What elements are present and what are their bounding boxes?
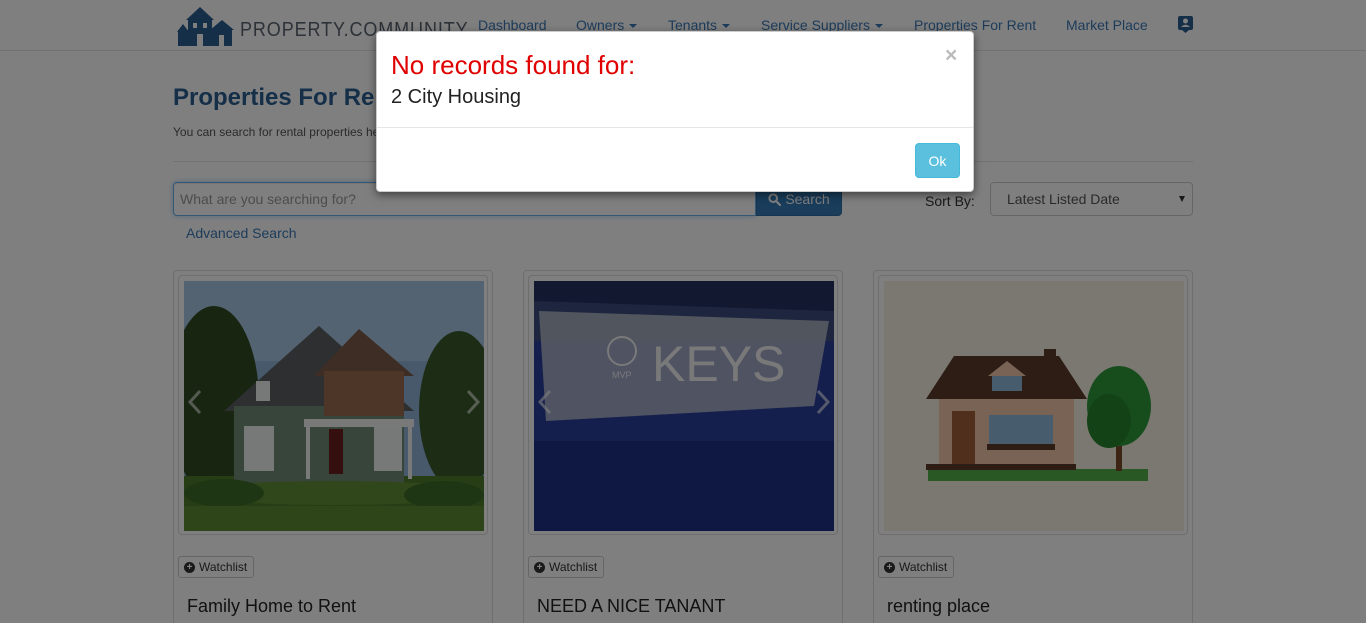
no-records-modal: No records found for: 2 City Housing × O… [376, 31, 974, 192]
modal-search-query: 2 City Housing [391, 86, 522, 108]
close-icon[interactable]: × [945, 45, 957, 66]
modal-header: No records found for: 2 City Housing × [377, 32, 973, 128]
modal-title: No records found for: [391, 50, 636, 80]
ok-button[interactable]: Ok [915, 143, 960, 178]
